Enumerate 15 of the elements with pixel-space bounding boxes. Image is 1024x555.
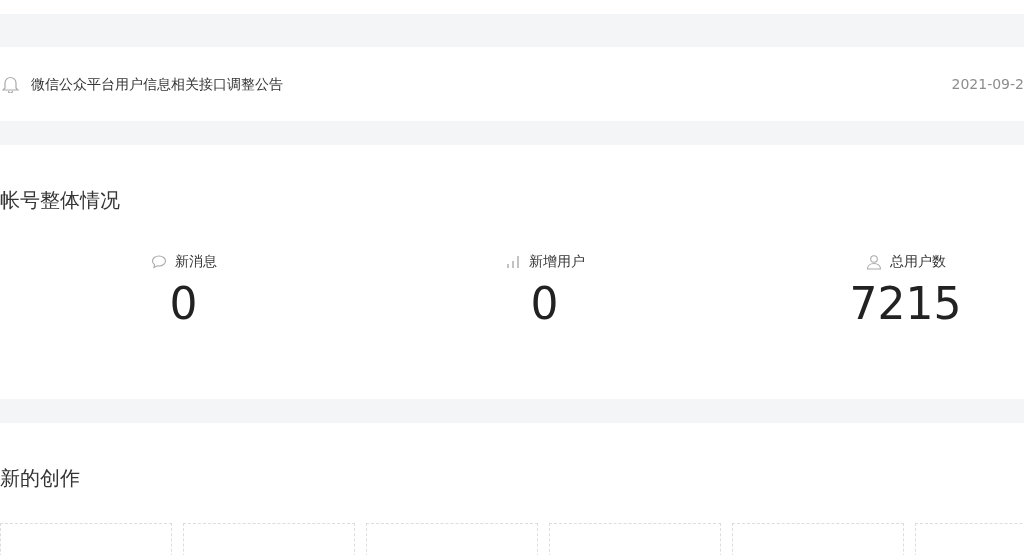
stat-value: 7215 — [849, 280, 962, 329]
stat-label: 新增用户 — [528, 252, 585, 271]
notice-bar[interactable]: 微信公众平台用户信息相关接口调整公告 2021-09-2 — [0, 47, 1024, 121]
stat-value: 0 — [169, 280, 198, 329]
bar-chart-icon — [504, 253, 521, 270]
stat-value: 0 — [530, 280, 559, 329]
notice-date: 2021-09-2 — [951, 74, 1024, 94]
stat-label: 新消息 — [174, 252, 217, 271]
section-title: 新的创作 — [0, 465, 81, 492]
notice-title[interactable]: 微信公众平台用户信息相关接口调整公告 — [31, 73, 283, 95]
bell-icon — [2, 75, 19, 93]
section-title: 帐号整体情况 — [0, 187, 121, 214]
stat-label: 总用户数 — [889, 252, 946, 271]
chat-bubble-icon — [150, 253, 167, 270]
person-icon — [865, 253, 882, 270]
